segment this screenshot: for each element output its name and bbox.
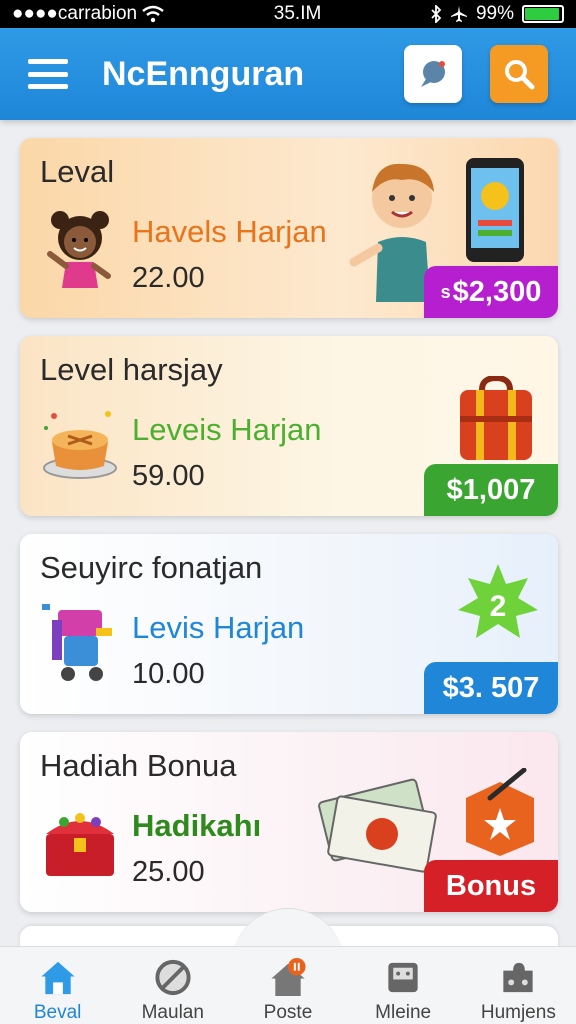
no-symbol-icon	[155, 959, 191, 996]
mailbox-icon	[388, 962, 418, 993]
nav-label: Poste	[263, 1002, 313, 1023]
price-prefix: s	[440, 281, 451, 302]
reward-card[interactable]: Hadiah Bonua Hadikahı 25.00 Bonus	[20, 732, 558, 912]
reward-card[interactable]: Seuyirc fonatjan Levis Harjan 10.00 2 $3…	[20, 534, 558, 714]
card-subtitle: Leveis Harjan	[132, 412, 322, 447]
post-house-icon	[271, 957, 306, 997]
card-title: Leval	[40, 154, 115, 189]
nav-label: Humjens	[480, 1002, 556, 1023]
card-value: 59.00	[132, 460, 205, 492]
price-label: $2,300	[452, 275, 542, 308]
airplane-icon	[450, 6, 467, 22]
nav-label: Mleine	[375, 1002, 432, 1023]
search-icon	[505, 60, 535, 90]
nav-item-humjens[interactable]: Humjens	[461, 947, 576, 1024]
card-title: Level harsjay	[40, 352, 223, 387]
nav-item-poste[interactable]: Poste	[230, 947, 345, 1024]
price-label: Bonus	[445, 869, 537, 902]
carrier-label: ●●●●carrabion	[12, 3, 138, 24]
robot-toy-icon	[42, 604, 112, 681]
price-label: $1,007	[446, 473, 536, 506]
star-number: 2	[489, 590, 507, 623]
price-badge[interactable]: $3. 507	[424, 662, 558, 714]
nav-item-beval[interactable]: Beval	[0, 947, 115, 1024]
card-title: Hadiah Bonua	[40, 748, 237, 783]
girl-character-icon	[47, 211, 111, 288]
treasure-chest-icon	[46, 813, 114, 876]
clock: 35.IM	[273, 3, 322, 24]
chat-button[interactable]	[404, 45, 462, 103]
card-subtitle: Levis Harjan	[132, 610, 305, 645]
price-label: $3. 507	[442, 671, 540, 704]
nav-item-mleine[interactable]: Mleine	[346, 947, 461, 1024]
price-badge[interactable]: s $2,300	[424, 266, 558, 318]
status-left: ●●●●carrabion	[12, 3, 165, 25]
bonus-badge[interactable]: Bonus	[424, 860, 558, 912]
app-bar: NcEnnguran	[0, 28, 576, 120]
bottom-nav: Beval Maulan Poste Mleine Humjens	[0, 946, 576, 1024]
search-button[interactable]	[490, 45, 548, 103]
chat-bubble-icon	[421, 61, 445, 87]
reward-card[interactable]: Leval Havels Harjan 22.00 s $2,300	[20, 138, 558, 318]
price-badge[interactable]: $1,007	[424, 464, 558, 516]
suitcase-icon	[460, 376, 532, 460]
star-box-icon	[466, 768, 534, 856]
card-subtitle: Hadikahı	[132, 808, 262, 843]
menu-icon[interactable]	[28, 59, 68, 89]
bluetooth-icon	[431, 5, 442, 23]
cake-icon	[43, 411, 117, 479]
card-subtitle: Havels Harjan	[132, 214, 327, 249]
reward-card[interactable]: Level harsjay Leveis Harjan 59.00 $1,007	[20, 336, 558, 516]
status-right: 99%	[430, 3, 564, 25]
nav-item-maulan[interactable]: Maulan	[115, 947, 230, 1024]
battery-icon	[522, 5, 564, 23]
battery-percent: 99%	[475, 3, 514, 24]
card-title: Seuyirc fonatjan	[40, 550, 263, 585]
nav-label: Beval	[33, 1002, 82, 1023]
phone-icon	[466, 158, 524, 262]
wifi-icon	[142, 5, 164, 23]
app-title: NcEnnguran	[102, 54, 305, 93]
reward-feed: Leval Havels Harjan 22.00 s $2,300 Level…	[20, 138, 558, 930]
status-bar: ●●●●carrabion 35.IM 99%	[0, 0, 576, 28]
card-value: 22.00	[132, 262, 205, 294]
card-value: 25.00	[132, 856, 205, 888]
nav-label: Maulan	[141, 1002, 204, 1023]
home-icon	[40, 961, 75, 995]
puzzle-icon	[503, 962, 533, 993]
card-value: 10.00	[132, 658, 205, 690]
